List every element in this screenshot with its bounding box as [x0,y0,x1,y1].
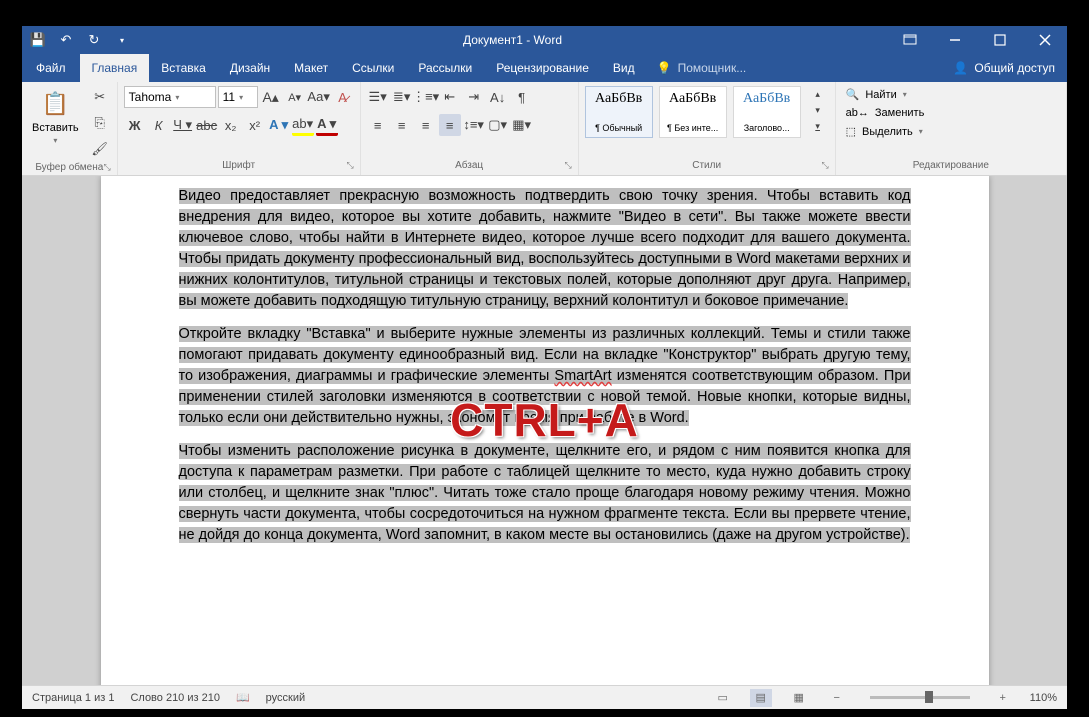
justify-icon[interactable]: ≡ [439,114,461,136]
tab-insert[interactable]: Вставка [149,54,218,82]
highlight-icon[interactable]: ab▾ [292,114,314,136]
tab-file[interactable]: Файл [22,54,80,82]
share-icon: 👤 [953,61,968,75]
zoom-slider[interactable] [870,696,970,699]
group-styles: АаБбВв ¶ Обычный АаБбВв ¶ Без инте... Аа… [579,82,836,175]
shrink-font-icon[interactable]: A▾ [284,86,306,108]
group-font: Tahoma▾ 11▾ A▴ A▾ Aa▾ A̷ Ж К Ч ▾ abc x₂ … [118,82,361,175]
spellcheck-icon[interactable]: 📖 [236,691,250,704]
tell-me-box[interactable]: 💡Помощник... [647,54,757,82]
style-normal[interactable]: АаБбВв ¶ Обычный [585,86,653,138]
text-effects-icon[interactable]: A ▾ [268,114,290,136]
save-icon[interactable]: 💾 [30,32,46,48]
numbering-icon[interactable]: ≣▾ [391,86,413,108]
window-title: Документ1 - Word [138,33,887,47]
status-bar: Страница 1 из 1 Слово 210 из 210 📖 русск… [22,685,1067,709]
paste-button[interactable]: 📋 Вставить ▾ [28,86,83,147]
font-color-icon[interactable]: A ▾ [316,114,338,136]
share-button[interactable]: 👤Общий доступ [941,54,1067,82]
close-button[interactable] [1022,26,1067,54]
chevron-down-icon: ▾ [53,136,57,145]
multilevel-icon[interactable]: ⋮≡▾ [415,86,437,108]
page[interactable]: Видео предоставляет прекрасную возможнос… [101,176,989,685]
subscript-button[interactable]: x₂ [220,114,242,136]
cut-icon[interactable]: ✂ [89,86,111,108]
strike-button[interactable]: abc [196,114,218,136]
minimize-button[interactable] [932,26,977,54]
select-button[interactable]: ⬚Выделить▾ [842,123,927,140]
style-no-spacing[interactable]: АаБбВв ¶ Без инте... [659,86,727,138]
clear-format-icon[interactable]: A̷ [332,86,354,108]
dialog-launcher-icon[interactable]: ⤡ [346,160,353,171]
font-size-combo[interactable]: 11▾ [218,86,258,108]
tab-references[interactable]: Ссылки [340,54,406,82]
dialog-launcher-icon[interactable]: ⤡ [821,160,828,171]
borders-icon[interactable]: ▦▾ [511,114,533,136]
style-heading[interactable]: АаБбВв Заголово... [733,86,801,138]
increase-indent-icon[interactable]: ⇥ [463,86,485,108]
paragraph[interactable]: Видео предоставляет прекрасную возможнос… [179,186,911,312]
dialog-launcher-icon[interactable]: ⤡ [564,160,571,171]
maximize-button[interactable] [977,26,1022,54]
group-paragraph: ☰▾ ≣▾ ⋮≡▾ ⇤ ⇥ A↓ ¶ ≡ ≡ ≡ ≡ ↕≡▾ ▢▾ ▦▾ [361,82,579,175]
view-print-icon[interactable]: ▤ [750,689,772,707]
align-right-icon[interactable]: ≡ [415,114,437,136]
styles-down-icon[interactable]: ▾ [807,102,829,118]
align-center-icon[interactable]: ≡ [391,114,413,136]
paragraph[interactable]: Чтобы изменить расположение рисунка в до… [179,441,911,546]
replace-icon: ab↔ [846,107,869,119]
show-marks-icon[interactable]: ¶ [511,86,533,108]
decrease-indent-icon[interactable]: ⇤ [439,86,461,108]
bullets-icon[interactable]: ☰▾ [367,86,389,108]
redo-icon[interactable]: ↻ [86,32,102,48]
tab-view[interactable]: Вид [601,54,647,82]
font-name-combo[interactable]: Tahoma▾ [124,86,216,108]
styles-up-icon[interactable]: ▴ [807,86,829,102]
superscript-button[interactable]: x² [244,114,266,136]
bold-button[interactable]: Ж [124,114,146,136]
zoom-in-button[interactable]: + [992,689,1014,707]
qat-dropdown-icon[interactable]: ▾ [114,32,130,48]
align-left-icon[interactable]: ≡ [367,114,389,136]
format-painter-icon[interactable]: 🖌 [89,138,111,160]
status-page[interactable]: Страница 1 из 1 [32,692,114,704]
document-area[interactable]: Видео предоставляет прекрасную возможнос… [22,176,1067,685]
cursor-icon: ⬚ [846,125,856,138]
change-case-icon[interactable]: Aa▾ [308,86,330,108]
zoom-level[interactable]: 110% [1030,692,1057,704]
tab-review[interactable]: Рецензирование [484,54,601,82]
italic-button[interactable]: К [148,114,170,136]
replace-button[interactable]: ab↔Заменить [842,105,929,121]
undo-icon[interactable]: ↶ [58,32,74,48]
zoom-out-button[interactable]: − [826,689,848,707]
styles-more-icon[interactable]: ▾̲ [807,118,829,134]
view-web-icon[interactable]: ▦ [788,689,810,707]
shading-icon[interactable]: ▢▾ [487,114,509,136]
tab-layout[interactable]: Макет [282,54,340,82]
group-clipboard: 📋 Вставить ▾ ✂ ⎘ 🖌 Буфер обмена⤡ [22,82,118,175]
group-editing: 🔍Найти▾ ab↔Заменить ⬚Выделить▾ Редактиро… [836,82,1067,175]
status-language[interactable]: русский [266,692,305,704]
clipboard-icon: 📋 [39,88,71,120]
status-words[interactable]: Слово 210 из 210 [130,692,220,704]
dialog-launcher-icon[interactable]: ⤡ [103,162,110,173]
paragraph[interactable]: Откройте вкладку "Вставка" и выберите ну… [179,324,911,429]
line-spacing-icon[interactable]: ↕≡▾ [463,114,485,136]
ribbon-options-icon[interactable] [887,26,932,54]
tab-home[interactable]: Главная [80,54,150,82]
search-icon: 🔍 [846,88,860,101]
ribbon-tabs: Файл Главная Вставка Дизайн Макет Ссылки… [22,54,1067,82]
tab-design[interactable]: Дизайн [218,54,282,82]
find-button[interactable]: 🔍Найти▾ [842,86,911,103]
sort-icon[interactable]: A↓ [487,86,509,108]
tab-mailings[interactable]: Рассылки [406,54,484,82]
grow-font-icon[interactable]: A▴ [260,86,282,108]
ribbon: 📋 Вставить ▾ ✂ ⎘ 🖌 Буфер обмена⤡ Tahoma▾… [22,82,1067,176]
copy-icon[interactable]: ⎘ [89,112,111,134]
view-read-icon[interactable]: ▭ [712,689,734,707]
underline-button[interactable]: Ч ▾ [172,114,194,136]
bulb-icon: 💡 [657,61,672,75]
title-bar: 💾 ↶ ↻ ▾ Документ1 - Word [22,26,1067,54]
